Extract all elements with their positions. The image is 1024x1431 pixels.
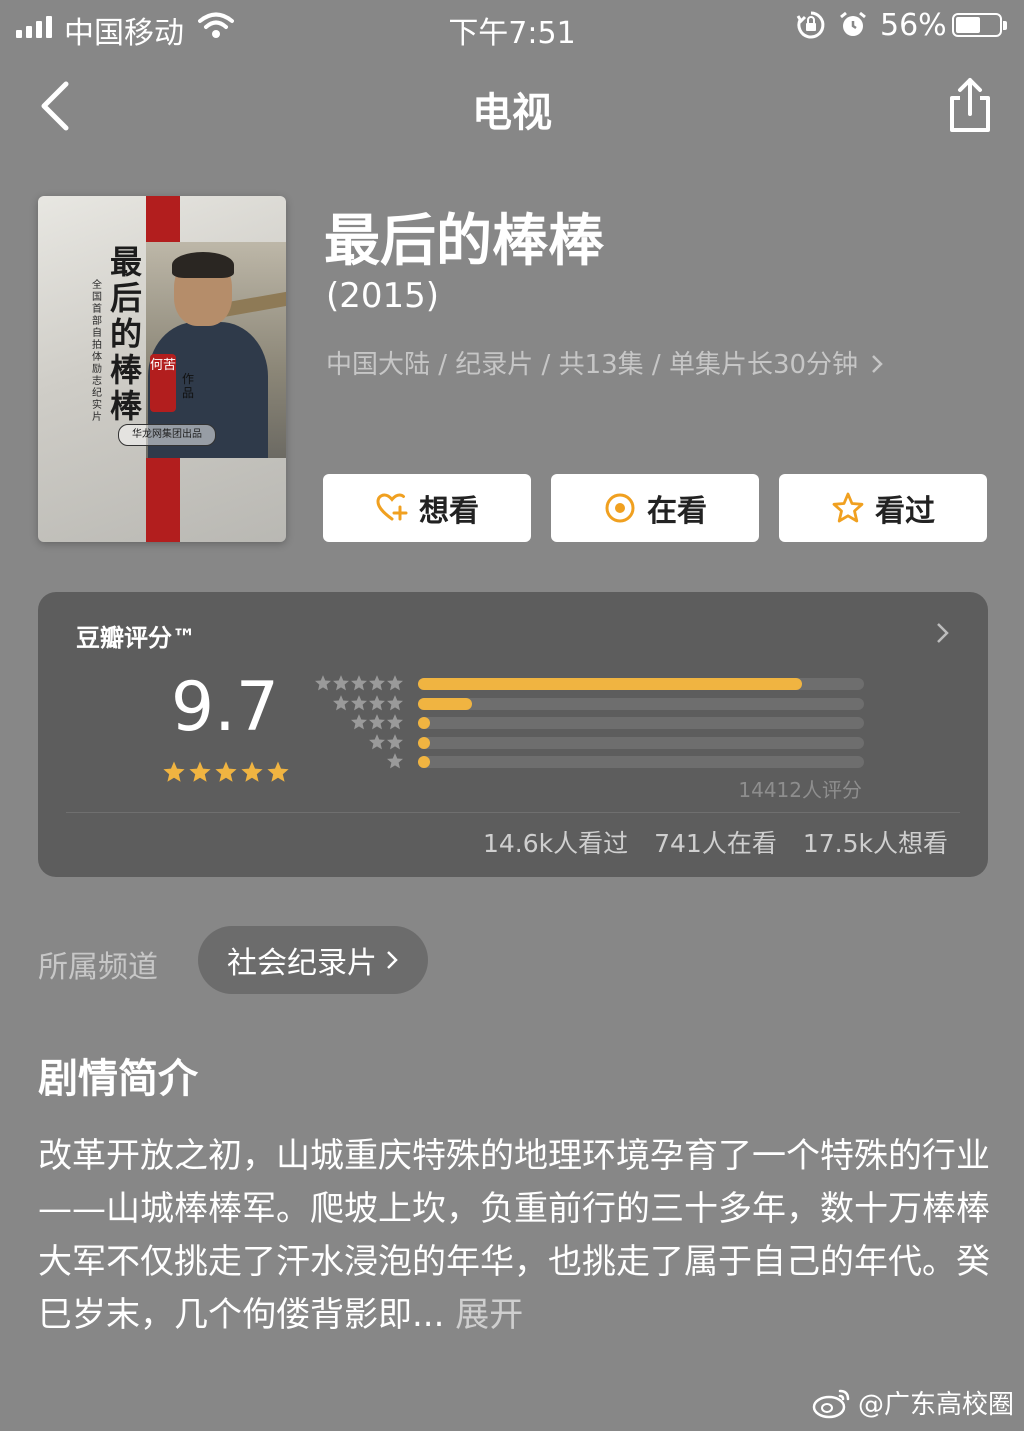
share-button[interactable] — [944, 76, 996, 134]
star-icon — [387, 733, 403, 749]
star-icon — [387, 675, 403, 691]
watching-button[interactable]: 在看 — [551, 474, 759, 542]
star-icon — [369, 694, 385, 710]
star-icon — [369, 675, 385, 691]
rotation-lock-icon — [796, 11, 825, 39]
show-title: 最后的棒棒 — [324, 209, 604, 274]
watched-label: 看过 — [875, 494, 935, 529]
rating-score: 9.7 — [170, 668, 280, 747]
alarm-icon — [840, 11, 866, 36]
expand-link[interactable]: 展开 — [455, 1295, 523, 1335]
rating-count: 14412人评分 — [738, 778, 862, 802]
want-label: 想看 — [419, 494, 479, 529]
chevron-right-icon — [872, 355, 884, 373]
poster-works: 作品 — [182, 372, 195, 400]
histogram-row — [310, 674, 870, 692]
histogram-track — [418, 678, 864, 690]
battery-percent: 56% — [880, 8, 947, 43]
star-icon — [267, 761, 289, 782]
poster-publisher: 华龙网集团出品 — [118, 424, 216, 446]
channel-tag[interactable]: 社会纪录片 — [198, 926, 428, 994]
battery-icon — [952, 13, 1007, 37]
star-icon — [369, 714, 385, 730]
poster-red-band — [146, 196, 180, 242]
watching-label: 在看 — [647, 494, 707, 529]
chevron-right-icon — [387, 951, 398, 969]
watched-button[interactable]: 看过 — [779, 474, 987, 542]
watermark: @广东高校圈 — [812, 1384, 1014, 1421]
star-icon — [215, 761, 237, 782]
star-icon — [369, 733, 385, 749]
histogram-bar — [418, 717, 430, 729]
show-meta: 中国大陆 / 纪录片 / 共13集 / 单集片长30分钟 — [326, 350, 859, 380]
histogram-stars — [332, 694, 404, 712]
show-year: (2015) — [326, 276, 440, 316]
histogram-row — [310, 752, 870, 770]
star-icon — [315, 675, 331, 691]
star-icon — [333, 694, 349, 710]
star-icon — [387, 714, 403, 730]
star-icon — [189, 761, 211, 782]
poster-title: 最后的棒棒 — [109, 243, 142, 425]
histogram-track — [418, 717, 864, 729]
want-button[interactable]: 想看 — [323, 474, 531, 542]
watched-count[interactable]: 14.6k人看过 — [483, 824, 628, 860]
poster-red-band — [146, 458, 180, 542]
star-icon — [163, 761, 185, 782]
histogram-stars — [350, 713, 404, 731]
heart-plus-icon — [376, 493, 408, 521]
star-icon — [241, 761, 263, 782]
histogram-track — [418, 756, 864, 768]
synopsis-heading: 剧情简介 — [38, 1056, 198, 1102]
page-title: 电视 — [472, 90, 552, 136]
synopsis-text: 改革开放之初，山城重庆特殊的地理环境孕育了一个特殊的行业——山城棒棒军。爬坡上坎… — [38, 1130, 990, 1342]
star-icon — [333, 675, 349, 691]
poster-stamp: 何苦 — [150, 354, 176, 412]
watching-count[interactable]: 741人在看 — [654, 824, 777, 860]
histogram-stars — [314, 674, 404, 692]
histogram-bar — [418, 697, 472, 710]
clock: 下午7:51 — [448, 16, 576, 51]
poster-subtitle: 全国首部自拍体励志纪实片 — [92, 280, 102, 423]
watermark-text: @广东高校圈 — [858, 1390, 1015, 1420]
rating-label: 豆瓣评分™ — [76, 624, 196, 652]
histogram-bar — [418, 756, 430, 768]
chevron-right-icon[interactable] — [934, 620, 952, 646]
star-icon — [351, 714, 367, 730]
histogram-stars — [368, 733, 404, 751]
channel-tag-label: 社会纪录片 — [227, 946, 377, 981]
rating-stars — [162, 760, 290, 784]
divider — [66, 812, 960, 813]
histogram-row — [310, 694, 870, 712]
weibo-logo-icon — [812, 1389, 850, 1418]
poster-image[interactable]: 最后的棒棒 全国首部自拍体励志纪实片 何苦 作品 华龙网集团出品 — [38, 196, 286, 542]
star-icon — [387, 694, 403, 710]
histogram-track — [418, 736, 864, 749]
star-icon — [351, 694, 367, 710]
target-icon — [605, 493, 635, 523]
histogram-bar — [418, 736, 430, 749]
histogram-bar — [418, 678, 802, 690]
rating-stats: 14.6k人看过 741人在看 17.5k人想看 — [440, 824, 948, 860]
want-count[interactable]: 17.5k人想看 — [803, 824, 948, 860]
status-bar: 中国移动 下午7:51 56% — [0, 0, 1024, 56]
histogram-row — [310, 713, 870, 731]
star-outline-icon — [832, 492, 864, 523]
star-icon — [387, 753, 403, 769]
star-icon — [351, 675, 367, 691]
channel-label: 所属频道 — [38, 950, 158, 985]
histogram-stars — [386, 752, 404, 770]
histogram-track — [418, 697, 864, 710]
show-meta-link[interactable]: 中国大陆 / 纪录片 / 共13集 / 单集片长30分钟 — [326, 344, 884, 381]
histogram-row — [310, 733, 870, 751]
